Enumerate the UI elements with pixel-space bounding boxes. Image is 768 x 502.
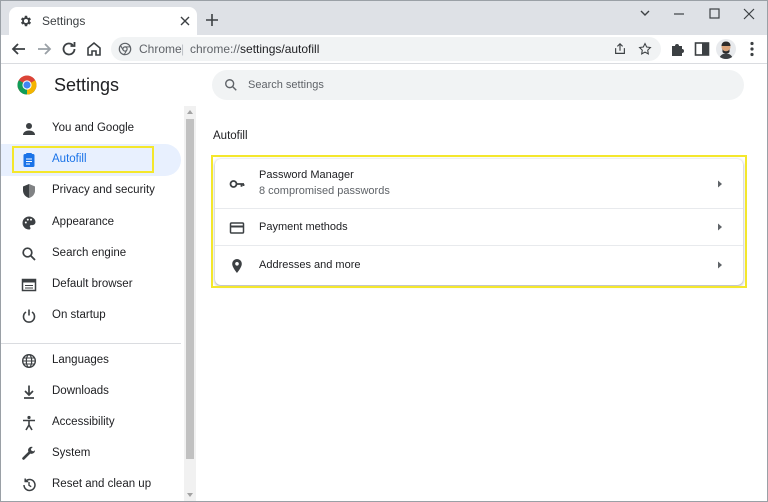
sidebar-item-you-and-google[interactable]: You and Google [1, 113, 181, 145]
url-path: settings/autofill [240, 42, 320, 56]
scroll-down-arrow-icon[interactable] [186, 491, 194, 499]
forward-arrow-icon[interactable] [34, 39, 54, 59]
sidebar-item-privacy[interactable]: Privacy and security [1, 175, 181, 207]
back-arrow-icon[interactable] [9, 39, 29, 59]
sidebar-item-label: Languages [52, 354, 109, 366]
sidebar-item-downloads[interactable]: Downloads [1, 376, 181, 408]
address-bar[interactable]: Chrome | chrome://settings/autofill [111, 37, 661, 61]
globe-icon [21, 353, 37, 369]
search-icon [225, 79, 237, 91]
avatar-face-icon [719, 41, 733, 59]
close-tab-icon[interactable] [177, 13, 193, 29]
scrollbar-thumb[interactable] [186, 119, 194, 459]
sidebar-item-label: Default browser [52, 278, 133, 290]
bookmark-star-icon[interactable] [638, 42, 652, 56]
sidebar-item-label: You and Google [52, 122, 135, 134]
omnibox-separator: | [181, 42, 185, 56]
sidebar-item-appearance[interactable]: Appearance [1, 207, 181, 239]
chrome-page-icon[interactable] [118, 42, 132, 56]
person-icon [23, 123, 35, 135]
search-input[interactable] [248, 76, 728, 94]
gear-icon [20, 15, 32, 27]
omnibox-site-label: Chrome [139, 42, 182, 56]
toolbar: Chrome | chrome://settings/autofill [1, 35, 767, 63]
menu-kebab-icon[interactable] [742, 39, 762, 59]
sidebar-item-accessibility[interactable]: Accessibility [1, 407, 181, 439]
minimize-icon[interactable] [667, 5, 691, 23]
sidebar-item-system[interactable]: System [1, 438, 181, 470]
sidebar-divider [1, 343, 181, 344]
accessibility-icon [23, 415, 35, 431]
sidebar-item-languages[interactable]: Languages [1, 345, 181, 377]
shield-icon [23, 184, 35, 198]
scroll-up-arrow-icon[interactable] [186, 108, 194, 116]
tab-settings[interactable]: Settings [9, 7, 197, 35]
reload-icon[interactable] [59, 39, 79, 59]
share-icon[interactable] [613, 42, 627, 56]
browser-window-icon [21, 278, 37, 292]
home-icon[interactable] [84, 39, 104, 59]
maximize-icon[interactable] [702, 5, 726, 23]
autofill-card-highlight-box [211, 155, 747, 288]
sidebar-item-reset[interactable]: Reset and clean up [1, 469, 181, 501]
url-scheme: chrome:// [190, 42, 241, 56]
chrome-logo-icon [17, 75, 37, 95]
sidebar-item-label: Reset and clean up [52, 478, 152, 490]
sidebar-item-label: Downloads [52, 385, 109, 397]
sidebar-item-label: Search engine [52, 247, 127, 259]
sidebar-item-label: Accessibility [52, 416, 115, 428]
sidebar-item-search-engine[interactable]: Search engine [1, 238, 181, 270]
download-icon [24, 385, 34, 399]
tab-title: Settings [42, 14, 86, 28]
browser-window: Settings Chrome | chrome://settings/auto… [0, 0, 768, 502]
section-title: Autofill [213, 130, 248, 142]
search-icon [22, 247, 36, 261]
side-panel-icon[interactable] [692, 39, 712, 59]
restore-icon [23, 478, 36, 492]
wrench-icon [22, 446, 36, 460]
new-tab-icon[interactable] [204, 12, 220, 28]
palette-icon [22, 216, 36, 230]
sidebar-item-label: System [52, 447, 91, 459]
power-icon [22, 309, 36, 323]
chevron-down-icon[interactable] [633, 5, 657, 23]
omnibox-url[interactable]: chrome://settings/autofill [190, 42, 319, 56]
extensions-puzzle-icon[interactable] [668, 39, 688, 59]
search-box[interactable] [212, 70, 744, 100]
autofill-highlight-box [12, 146, 154, 173]
sidebar-item-default-browser[interactable]: Default browser [1, 269, 181, 301]
toolbar-divider [1, 63, 767, 64]
profile-avatar[interactable] [716, 39, 736, 59]
tab-strip: Settings [1, 1, 767, 35]
sidebar-item-on-startup[interactable]: On startup [1, 300, 181, 332]
sidebar-item-label: Privacy and security [52, 184, 155, 196]
page-title: Settings [54, 75, 120, 95]
close-window-icon[interactable] [737, 5, 761, 23]
sidebar-item-label: On startup [52, 309, 106, 321]
sidebar-item-label: Appearance [52, 216, 115, 228]
